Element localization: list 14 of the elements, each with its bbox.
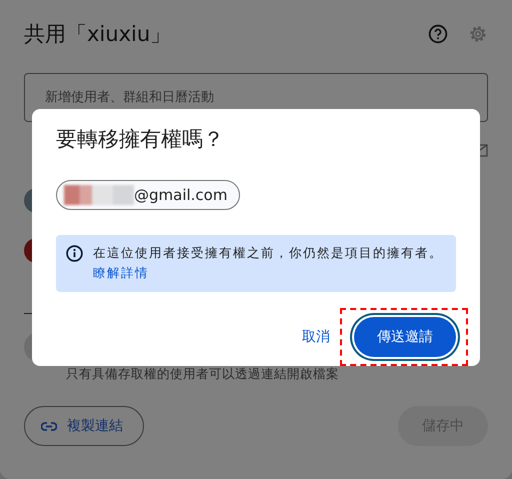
cancel-button[interactable]: 取消 <box>300 322 332 352</box>
access-note: 只有具備存取權的使用者可以透過連結開啟檔案 <box>66 366 339 383</box>
copy-link-button[interactable]: 複製連結 <box>24 406 144 446</box>
info-text: 在這位使用者接受擁有權之前，你仍然是項目的擁有者。 <box>93 244 443 262</box>
dialog-title: 共用「xiuxiu」 <box>24 21 172 48</box>
learn-more-link[interactable]: 瞭解詳情 <box>93 264 149 282</box>
email-address: @gmail.com <box>134 186 228 204</box>
add-people-field[interactable]: 新增使用者、群組和日曆活動 <box>24 73 488 122</box>
help-icon[interactable] <box>428 24 448 44</box>
send-invite-button[interactable]: 傳送邀請 <box>354 317 456 357</box>
info-icon <box>66 245 83 262</box>
link-icon <box>41 422 57 430</box>
blurred-patch <box>64 185 134 205</box>
dialog-title: 要轉移擁有權嗎？ <box>56 126 224 153</box>
